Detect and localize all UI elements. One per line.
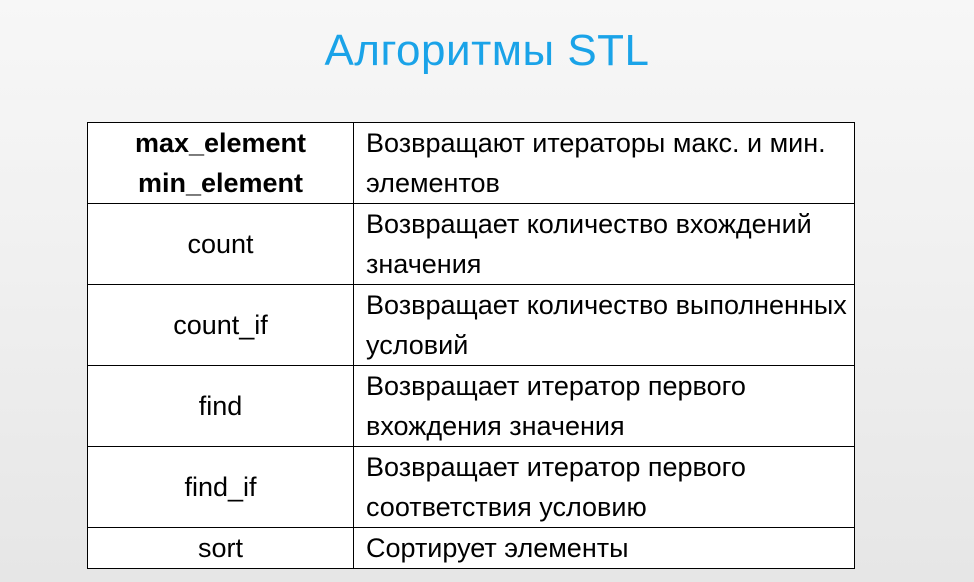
algorithm-name-cell: count_if <box>87 284 354 366</box>
table-row: count Возвращает количество вхождений зн… <box>87 203 855 285</box>
algorithm-name-cell: count <box>87 203 354 285</box>
algorithm-name: max_element <box>134 128 307 158</box>
algorithm-name: count <box>187 229 254 259</box>
table-row: find_if Возвращает итератор первого соот… <box>87 446 855 528</box>
algorithm-name-cell: max_element min_element <box>87 122 354 204</box>
algorithm-name-cell: sort <box>87 527 354 569</box>
algorithm-name: sort <box>197 533 243 563</box>
algorithm-name: count_if <box>173 310 268 340</box>
algorithm-description: Возвращает количество выполненных услови… <box>353 284 855 366</box>
table-row: max_element min_element Возвращают итера… <box>87 122 855 204</box>
algorithm-name: find <box>198 391 243 421</box>
algorithm-name-cell: find_if <box>87 446 354 528</box>
algorithm-description: Возвращает количество вхождений значения <box>353 203 855 285</box>
algorithm-description: Возвращает итератор первого вхождения зн… <box>353 365 855 447</box>
table-row: count_if Возвращает количество выполненн… <box>87 284 855 366</box>
table-row: sort Сортирует элементы <box>87 527 855 569</box>
table-row: find Возвращает итератор первого вхожден… <box>87 365 855 447</box>
algorithm-description: Сортирует элементы <box>353 527 855 569</box>
algorithm-name: find_if <box>184 472 257 502</box>
algorithm-description: Возвращают итераторы макс. и мин. элемен… <box>353 122 855 204</box>
algorithms-table: max_element min_element Возвращают итера… <box>87 122 855 569</box>
slide-title: Алгоритмы STL <box>324 26 650 75</box>
algorithm-description: Возвращает итератор первого соответствия… <box>353 446 855 528</box>
algorithm-name-cell: find <box>87 365 354 447</box>
algorithm-name: min_element <box>137 168 304 198</box>
